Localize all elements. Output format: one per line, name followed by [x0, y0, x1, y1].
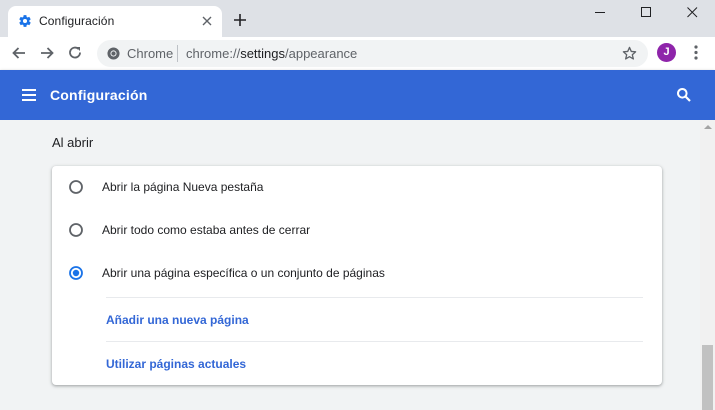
radio-option-continue[interactable]: Abrir todo como estaba antes de cerrar: [52, 210, 662, 250]
back-arrow-icon[interactable]: [10, 44, 28, 62]
radio-label: Abrir una página específica o un conjunt…: [102, 266, 385, 280]
close-icon: [687, 7, 698, 18]
radio-unchecked-icon[interactable]: [69, 223, 83, 237]
radio-label: Abrir todo como estaba antes de cerrar: [102, 223, 311, 237]
minimize-button[interactable]: [577, 0, 623, 24]
kebab-menu-icon[interactable]: [688, 44, 704, 61]
browser-toolbar: Chrome chrome://settings/appearance: [0, 37, 715, 70]
reload-icon[interactable]: [66, 44, 84, 62]
chrome-icon: [107, 47, 120, 60]
url-path: /appearance: [285, 46, 358, 61]
star-icon[interactable]: [622, 46, 637, 61]
window-close-button[interactable]: [669, 0, 715, 24]
divider: [106, 297, 643, 298]
section-title: Al abrir: [52, 135, 94, 150]
site-name: Chrome: [127, 46, 174, 61]
url-text: chrome://settings/appearance: [186, 46, 357, 61]
page-title: Configuración: [50, 87, 148, 103]
radio-checked-icon[interactable]: [69, 266, 83, 280]
startup-card: Abrir la página Nueva pestaña Abrir todo…: [52, 166, 662, 385]
forward-arrow-icon[interactable]: [38, 44, 56, 62]
settings-content: Al abrir Abrir la página Nueva pestaña A…: [0, 120, 700, 410]
tab-strip: Configuración: [0, 0, 715, 37]
maximize-button[interactable]: [623, 0, 669, 24]
browser-window: Configuración Chrome chrome://settings/a…: [0, 0, 715, 410]
plus-icon[interactable]: [233, 13, 247, 27]
add-page-button[interactable]: Añadir una nueva página: [106, 313, 249, 327]
scrollbar[interactable]: [700, 120, 715, 410]
search-icon[interactable]: [676, 87, 692, 103]
close-icon[interactable]: [201, 15, 213, 27]
avatar[interactable]: J: [657, 43, 676, 62]
radio-label: Abrir la página Nueva pestaña: [102, 180, 264, 194]
radio-unchecked-icon[interactable]: [69, 180, 83, 194]
maximize-icon: [641, 7, 651, 17]
gear-icon: [19, 15, 31, 27]
scroll-up-arrow-icon[interactable]: [704, 125, 712, 129]
tab-settings[interactable]: Configuración: [8, 6, 222, 37]
url-scheme: chrome://: [186, 46, 241, 61]
radio-option-specific-pages[interactable]: Abrir una página específica o un conjunt…: [52, 253, 662, 293]
minimize-icon: [595, 12, 605, 13]
use-current-pages-button[interactable]: Utilizar páginas actuales: [106, 357, 246, 371]
url-host: settings: [240, 46, 285, 61]
omnibox-separator: [177, 45, 178, 62]
divider: [106, 341, 643, 342]
hamburger-menu-icon[interactable]: [21, 87, 37, 103]
settings-header: Configuración: [0, 70, 715, 120]
radio-option-new-tab[interactable]: Abrir la página Nueva pestaña: [52, 167, 662, 207]
scroll-thumb[interactable]: [702, 345, 713, 410]
address-bar[interactable]: Chrome chrome://settings/appearance: [97, 40, 648, 67]
tab-title: Configuración: [39, 14, 115, 28]
